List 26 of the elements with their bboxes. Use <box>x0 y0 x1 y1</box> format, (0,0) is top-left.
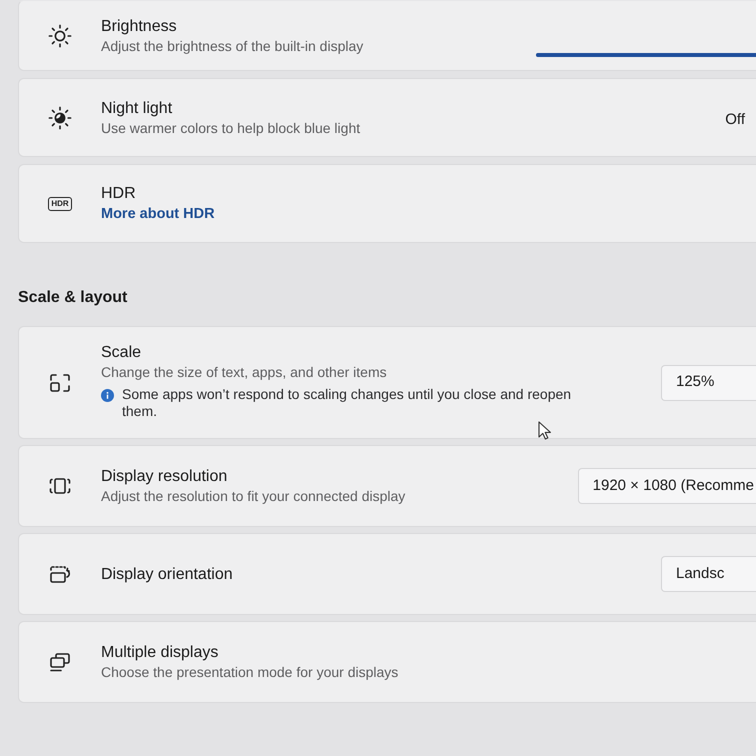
setting-description: Change the size of text, apps, and other items <box>101 363 388 382</box>
setting-title: Brightness <box>101 16 178 36</box>
setting-title: Multiple displays <box>101 643 220 663</box>
learn-more-link[interactable]: More about HDR <box>101 204 215 224</box>
setting-description: Adjust the brightness of the built-in display <box>101 36 364 56</box>
info-icon <box>101 389 114 402</box>
dropdown[interactable]: Landsc <box>661 556 756 592</box>
toggle-state-label: Off <box>725 110 745 130</box>
dropdown[interactable]: 1920 × 1080 (Recomme <box>578 468 756 504</box>
setting-title: Scale <box>101 343 142 363</box>
setting-description: Use warmer colors to help block blue light <box>101 118 360 138</box>
half-moon-sun-icon <box>48 106 72 130</box>
sun-icon <box>48 24 72 48</box>
mouse-pointer-icon <box>538 421 551 440</box>
setting-title: Display orientation <box>101 564 233 584</box>
setting-title: Display resolution <box>101 467 228 487</box>
section-heading: Scale & layout <box>18 288 128 308</box>
hdr-label-icon: HDR <box>48 196 72 210</box>
two-monitors-icon <box>48 650 72 674</box>
setting-description: Choose the presentation mode for your displays <box>101 663 398 682</box>
setting-title: HDR <box>101 184 137 204</box>
setting-title: Night light <box>101 98 174 118</box>
brightness-slider[interactable] <box>536 52 756 56</box>
scaling-note: Some apps won’t respond to scaling changes until you close and reopen them. <box>122 386 572 420</box>
dropdown[interactable]: 125% <box>661 364 756 400</box>
setting-description: Adjust the resolution to fit your connected display <box>101 487 406 506</box>
